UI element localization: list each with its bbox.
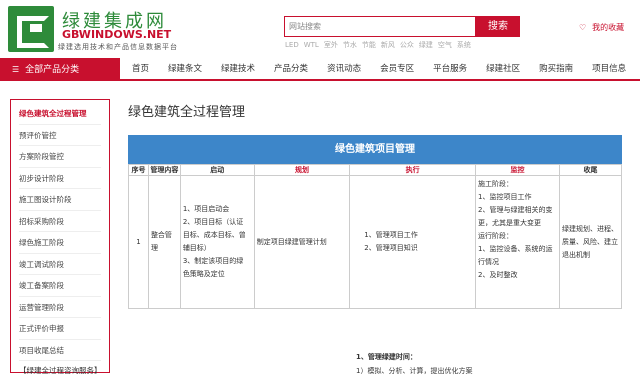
management-table: 序号 管理内容 启动 规划 执行 监控 收尾 1 整合管理 1、项目启动会 2、项… bbox=[128, 164, 623, 309]
nav-item-community[interactable]: 绿建社区 bbox=[486, 58, 520, 81]
table-row: 1 整合管理 1、项目启动会 2、项目目标（认证 目标、成本目标、曾 辅目标） 3、制定… bbox=[128, 175, 623, 309]
page-title: 绿色建筑全过程管理 bbox=[128, 105, 246, 120]
sidebar-item[interactable]: 竣工调试阶段 bbox=[19, 254, 101, 275]
cell-close: 绿建规划、进程、 质量、风险、建立 退出机制 bbox=[558, 175, 623, 309]
search-input[interactable]: 网站搜索 bbox=[284, 16, 476, 37]
header-monitor: 监控 bbox=[474, 164, 560, 176]
sidebar-item[interactable]: 运营管理阶段 bbox=[19, 297, 101, 318]
logo-domain[interactable]: GBWINDOWS.NET bbox=[62, 28, 171, 41]
favorites-label: 我的收藏 bbox=[592, 23, 625, 32]
header-start: 启动 bbox=[179, 164, 255, 176]
header-seq: 序号 bbox=[128, 164, 149, 176]
hot-word[interactable]: 新风 bbox=[381, 41, 395, 49]
sidebar-item[interactable]: 项目收尾总结 bbox=[19, 340, 101, 361]
hot-word[interactable]: 节能 bbox=[362, 41, 376, 49]
hot-word[interactable]: 室外 bbox=[324, 41, 338, 49]
sidebar-item[interactable]: 预评价管控 bbox=[19, 125, 101, 146]
cell-exec: 1、管理项目工作 2、管理项目知识 bbox=[349, 175, 476, 309]
hot-word[interactable]: 节水 bbox=[343, 41, 357, 49]
cell-monitor: 施工阶段： 1、监控项目工作 2、管理与绿建相关的变 更，尤其是重大变更 运行阶段： 1、… bbox=[474, 175, 560, 309]
main-nav: ☰ 全部产品分类 首页 绿建条文 绿建技术 产品分类 资讯动态 会员专区 平台服务… bbox=[0, 58, 640, 81]
cell-seq: 1 bbox=[128, 175, 149, 309]
nav-item-home[interactable]: 首页 bbox=[132, 58, 149, 81]
table-banner: 绿色建筑项目管理 bbox=[128, 135, 622, 164]
header-content: 管理内容 bbox=[147, 164, 181, 176]
nav-item-standards[interactable]: 绿建条文 bbox=[168, 58, 202, 81]
nav-item-guide[interactable]: 购买指南 bbox=[539, 58, 573, 81]
nav-item-tech[interactable]: 绿建技术 bbox=[221, 58, 255, 81]
nav-item-services[interactable]: 平台服务 bbox=[433, 58, 467, 81]
all-categories-label: 全部产品分类 bbox=[25, 65, 80, 75]
nav-item-members[interactable]: 会员专区 bbox=[380, 58, 414, 81]
nav-item-news[interactable]: 资讯动态 bbox=[327, 58, 361, 81]
header-plan: 规划 bbox=[253, 164, 351, 176]
sidebar-more-link[interactable]: 【绿建全过程咨询服务】 bbox=[19, 365, 102, 376]
hot-words: LED WTL 室外 节水 节能 新风 公众 绿建 空气 系统 bbox=[285, 40, 476, 50]
sidebar-item[interactable]: 初步设计阶段 bbox=[19, 168, 101, 189]
search-button[interactable]: 搜索 bbox=[476, 16, 520, 37]
logo-slogan: 绿建选用技术和产品信息数据平台 bbox=[58, 43, 178, 51]
next-row-preview: 1、管理绿建时间： 1）模拟、分析、计算，提出优化方案 bbox=[356, 353, 473, 375]
sidebar: 绿色建筑全过程管理 预评价管控 方案阶段管控 初步设计阶段 施工图设计阶段 招标… bbox=[10, 99, 110, 376]
hot-word[interactable]: 系统 bbox=[457, 41, 471, 49]
favorites-link[interactable]: ♡ 我的收藏 bbox=[579, 22, 624, 33]
hot-word[interactable]: 公众 bbox=[400, 41, 414, 49]
heart-icon: ♡ bbox=[579, 23, 587, 32]
cell-content: 整合管理 bbox=[147, 175, 181, 309]
cell-plan: 制定项目绿建管理计划 bbox=[253, 175, 351, 309]
header-exec: 执行 bbox=[349, 164, 476, 176]
sidebar-item-full-process[interactable]: 绿色建筑全过程管理 bbox=[19, 103, 101, 125]
hot-word[interactable]: 空气 bbox=[438, 41, 452, 49]
sidebar-item[interactable]: 绿色施工阶段 bbox=[19, 232, 101, 254]
hot-word[interactable]: LED bbox=[285, 41, 299, 49]
all-categories-button[interactable]: ☰ 全部产品分类 bbox=[0, 58, 120, 81]
sidebar-item[interactable]: 方案阶段管控 bbox=[19, 146, 101, 168]
cell-start: 1、项目启动会 2、项目目标（认证 目标、成本目标、曾 辅目标） 3、制定该项目的绿 色策… bbox=[179, 175, 255, 309]
sidebar-item[interactable]: 竣工备案阶段 bbox=[19, 275, 101, 297]
nav-item-projects[interactable]: 项目信息 bbox=[592, 58, 626, 81]
nav-item-products[interactable]: 产品分类 bbox=[274, 58, 308, 81]
nav-items: 首页 绿建条文 绿建技术 产品分类 资讯动态 会员专区 平台服务 绿建社区 购买… bbox=[120, 58, 626, 81]
hot-word[interactable]: WTL bbox=[304, 41, 319, 49]
menu-icon: ☰ bbox=[12, 65, 20, 74]
table-header-row: 序号 管理内容 启动 规划 执行 监控 收尾 bbox=[128, 164, 623, 176]
logo-icon[interactable] bbox=[8, 6, 54, 52]
sidebar-item[interactable]: 招标采购阶段 bbox=[19, 211, 101, 232]
header-close: 收尾 bbox=[558, 164, 623, 176]
sidebar-item[interactable]: 正式评价申报 bbox=[19, 318, 101, 340]
hot-word[interactable]: 绿建 bbox=[419, 41, 433, 49]
site-header: 绿建集成网 GBWINDOWS.NET 绿建选用技术和产品信息数据平台 网站搜索… bbox=[0, 0, 640, 58]
sidebar-item[interactable]: 施工图设计阶段 bbox=[19, 189, 101, 211]
